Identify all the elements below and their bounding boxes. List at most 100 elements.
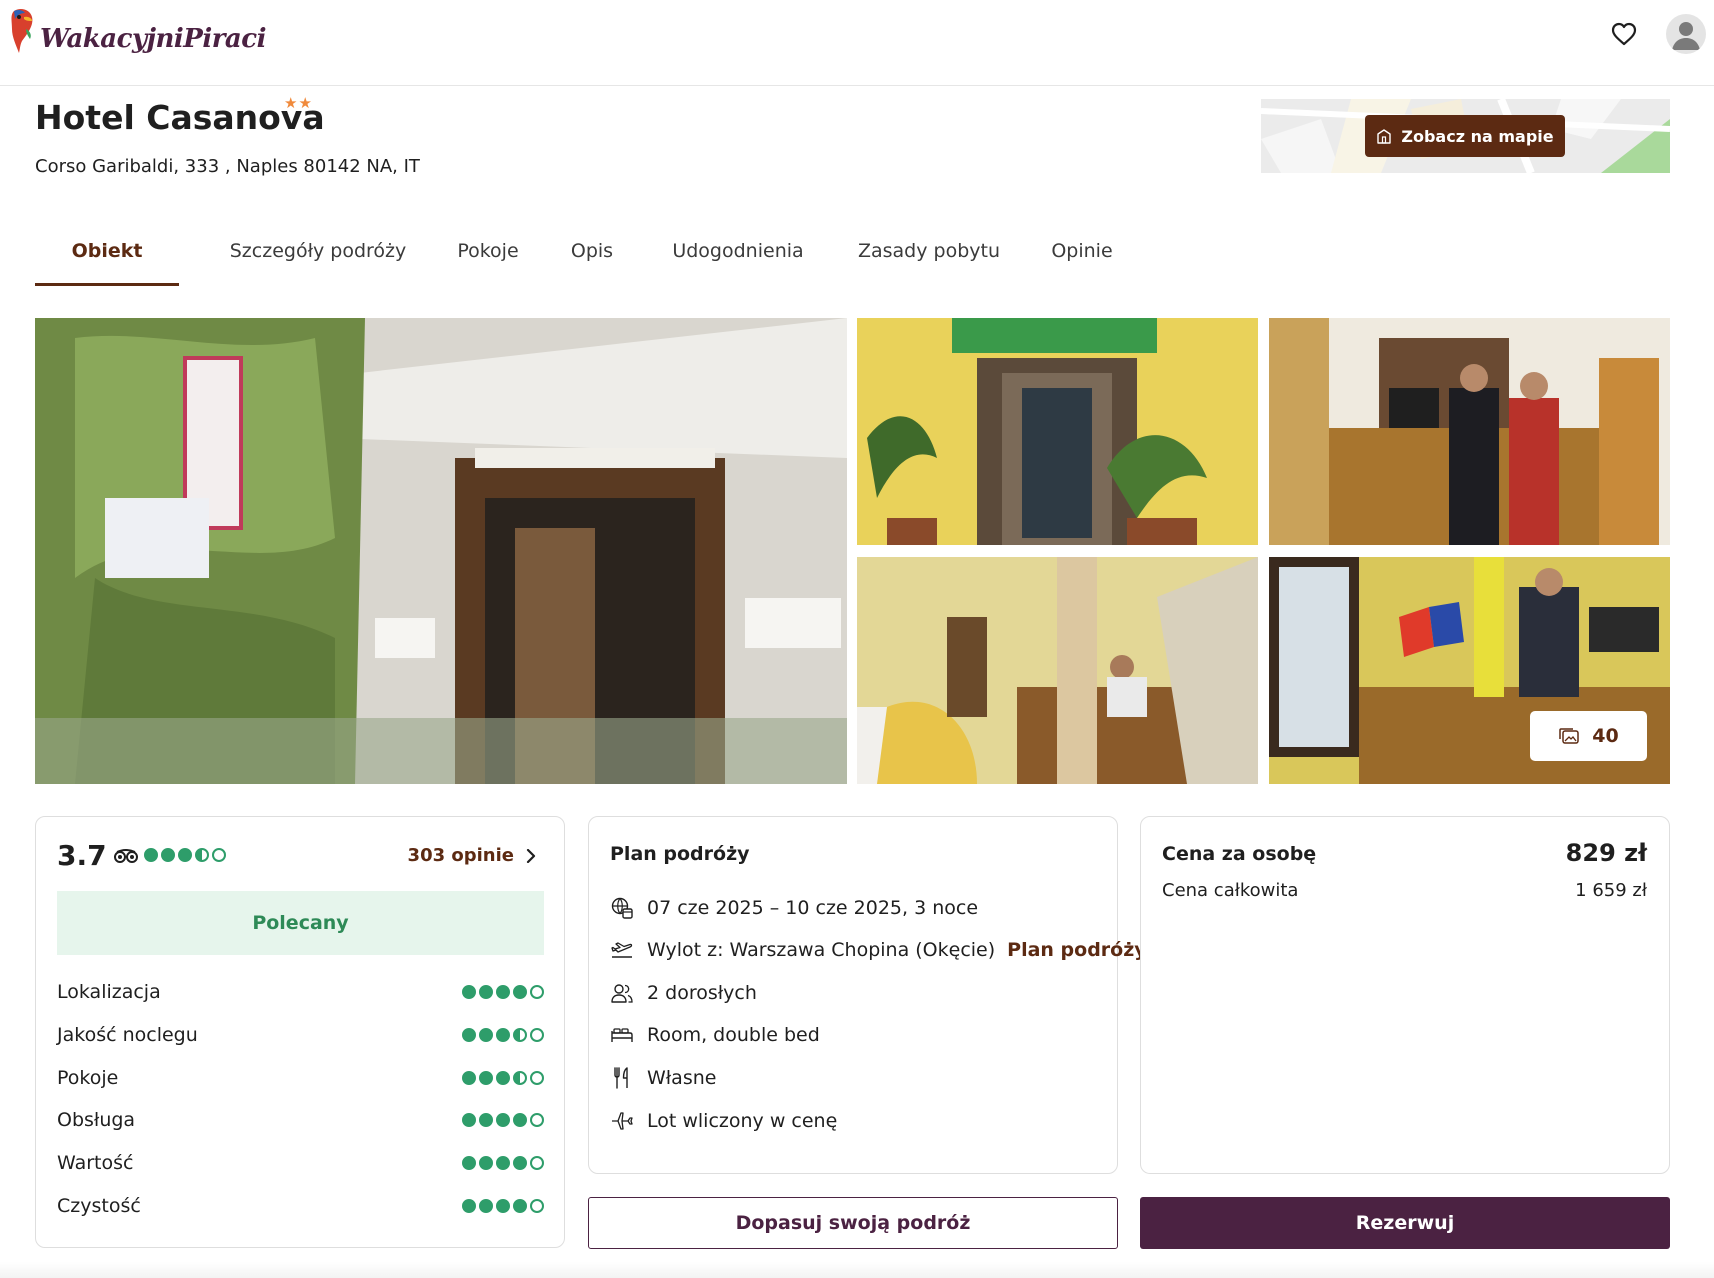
trip-dates: 07 cze 2025 – 10 cze 2025, 3 noce [647,897,979,919]
rating-dot [479,1071,493,1085]
recommended-badge: Polecany [57,891,544,955]
rating-category-label: Lokalizacja [57,981,161,1003]
trip-dates-row: 07 cze 2025 – 10 cze 2025, 3 noce [610,896,978,920]
tab-udogodnienia[interactable]: Udogodnienia [651,226,825,286]
guests-row: 2 dorosłych [610,981,757,1005]
rating-dot [462,985,476,999]
rating-dot [513,1199,527,1213]
board-type: Własne [647,1067,717,1089]
rating-dot [479,1156,493,1170]
rating-dot [513,1071,527,1085]
rating-dot [513,1156,527,1170]
page-bottom-edge [0,1262,1714,1278]
rating-dot [496,1156,510,1170]
tab-opis[interactable]: Opis [551,226,633,286]
rating-dot [513,1028,527,1042]
rating-dot [462,1028,476,1042]
rating-dot [530,1199,544,1213]
rating-dot [479,1028,493,1042]
rating-dot [462,1071,476,1085]
plane-takeoff-icon [611,942,633,958]
total-price-value: 1 659 zł [1575,880,1647,901]
flight-included-row: Lot wliczony w cenę [610,1109,837,1133]
room-type: Room, double bed [647,1024,820,1046]
rating-dot [161,848,175,862]
rating-category-dots [462,985,544,999]
price-per-person-value: 829 zł [1565,839,1647,867]
reviews-count-label: 303 opinie [407,845,514,866]
rating-category-dots [462,1156,544,1170]
rating-dots [144,848,226,862]
rating-category-label: Obsługa [57,1109,136,1131]
section-tabs: Obiekt Szczegóły podróży Pokoje Opis Udo… [35,226,1132,286]
show-on-map-button[interactable]: Zobacz na mapie [1365,115,1565,157]
price-per-person-label: Cena za osobę [1162,843,1317,865]
rating-dot [144,848,158,862]
rating-dot [530,985,544,999]
rating-dot [496,985,510,999]
rating-dot [462,1199,476,1213]
tab-obiekt[interactable]: Obiekt [35,226,179,286]
rating-dot [496,1199,510,1213]
rating-dot [513,985,527,999]
flight-included: Lot wliczony w cenę [647,1110,838,1132]
trip-plan-link[interactable]: Plan podróży [1007,939,1147,961]
tab-szczegoly-podrozy[interactable]: Szczegóły podróży [212,226,424,286]
user-profile-avatar[interactable] [1666,14,1706,54]
rating-dot [530,1156,544,1170]
customize-trip-button[interactable]: Dopasuj swoją podróż [588,1197,1118,1249]
users-icon [611,984,633,1003]
gallery-photo-4[interactable] [857,557,1258,784]
show-on-map-label: Zobacz na mapie [1401,126,1554,146]
chevron-right-icon [526,848,536,863]
rating-category-label: Wartość [57,1152,134,1174]
photo-count: 40 [1592,725,1619,747]
rating-card: 3.7 303 opinie Polecany Lokalizacja Jako… [35,816,565,1248]
total-price-label: Cena całkowita [1162,880,1299,901]
reviews-link[interactable]: 303 opinie [408,845,536,866]
rating-category-row: Jakość noclegu [57,1024,544,1046]
rating-dot [496,1113,510,1127]
rating-dot [513,1113,527,1127]
departure-row: Wylot z: Warszawa Chopina (Okęcie) Plan … [610,938,1147,962]
bed-icon [611,1028,633,1042]
hotel-title: Hotel Casanova [35,98,325,137]
calendar-globe-icon [611,897,633,919]
user-icon [1672,22,1700,50]
rating-dot [496,1028,510,1042]
rating-category-label: Pokoje [57,1067,119,1089]
gallery-photo-3[interactable] [1269,318,1670,545]
price-card: Cena za osobę 829 zł Cena całkowita 1 65… [1140,816,1670,1174]
board-row: Własne [610,1066,716,1090]
rating-dot [496,1071,510,1085]
room-row: Room, double bed [610,1023,820,1047]
hotel-star-rating: ★★ [284,94,313,112]
favorite-heart-icon[interactable] [1611,22,1637,46]
brand-logo[interactable]: WakacyjniPiraci [6,6,266,54]
rating-category-dots [462,1028,544,1042]
rating-category-dots [462,1199,544,1213]
hotel-entrance-image [35,318,847,784]
hotel-reception-image [1269,318,1670,545]
gallery-photo-2[interactable] [857,318,1258,545]
rating-dot [530,1113,544,1127]
rating-category-label: Jakość noclegu [57,1024,198,1046]
rating-dot [479,1113,493,1127]
rating-category-row: Czystość [57,1195,544,1217]
rating-dot [530,1071,544,1085]
tab-opinie[interactable]: Opinie [1032,226,1132,286]
rating-category-label: Czystość [57,1195,141,1217]
top-navigation-bar: WakacyjniPiraci [0,0,1714,86]
gallery-photo-count-button[interactable]: 40 [1530,711,1647,761]
gallery-main-photo[interactable] [35,318,847,784]
building-icon [1377,129,1392,144]
rating-dot [462,1113,476,1127]
rating-dot [479,985,493,999]
trip-plan-title: Plan podróży [610,843,750,865]
rating-score: 3.7 [57,839,107,872]
rating-category-row: Obsługa [57,1109,544,1131]
tab-zasady-pobytu[interactable]: Zasady pobytu [845,226,1013,286]
book-button[interactable]: Rezerwuj [1140,1197,1670,1249]
tab-pokoje[interactable]: Pokoje [437,226,539,286]
rating-dot [462,1156,476,1170]
